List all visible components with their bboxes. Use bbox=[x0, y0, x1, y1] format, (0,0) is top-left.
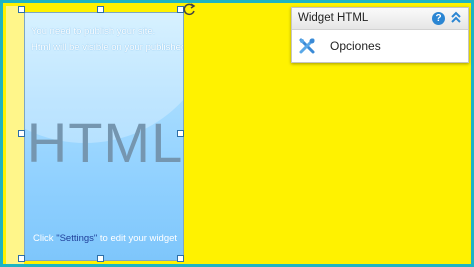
html-placeholder-label: HTML bbox=[26, 111, 184, 174]
resize-handle-top[interactable] bbox=[97, 6, 104, 13]
resize-handle-left[interactable] bbox=[18, 130, 25, 137]
message-line-2: Html will be visible on your published s… bbox=[31, 42, 184, 53]
collapse-up-icon[interactable] bbox=[450, 11, 462, 25]
widget-message: You need to publish your site. Html will… bbox=[31, 24, 184, 56]
resize-handle-right[interactable] bbox=[177, 130, 184, 137]
panel-title: Widget HTML bbox=[298, 12, 369, 24]
html-widget[interactable]: You need to publish your site. Html will… bbox=[24, 12, 184, 261]
resize-handle-top-left[interactable] bbox=[18, 6, 25, 13]
footer-after: to edit your widget bbox=[97, 233, 178, 244]
options-label: Opciones bbox=[330, 39, 381, 53]
resize-handle-bottom-right[interactable] bbox=[177, 255, 184, 262]
help-icon[interactable]: ? bbox=[432, 12, 445, 25]
rotate-handle-icon[interactable] bbox=[183, 3, 197, 17]
resize-handle-bottom[interactable] bbox=[97, 255, 104, 262]
resize-handle-bottom-left[interactable] bbox=[18, 255, 25, 262]
tools-icon bbox=[299, 38, 315, 54]
panel-header: Widget HTML ? bbox=[292, 8, 468, 30]
widget-footer: Click "Settings" to edit your widget bbox=[25, 233, 183, 244]
options-menu-item[interactable]: Opciones bbox=[292, 30, 468, 62]
footer-before: Click bbox=[32, 233, 57, 244]
message-line-1: You need to publish your site. bbox=[31, 26, 156, 37]
widget-settings-panel: Widget HTML ? Opciones bbox=[291, 7, 469, 63]
settings-link[interactable]: "Settings" bbox=[56, 233, 97, 244]
